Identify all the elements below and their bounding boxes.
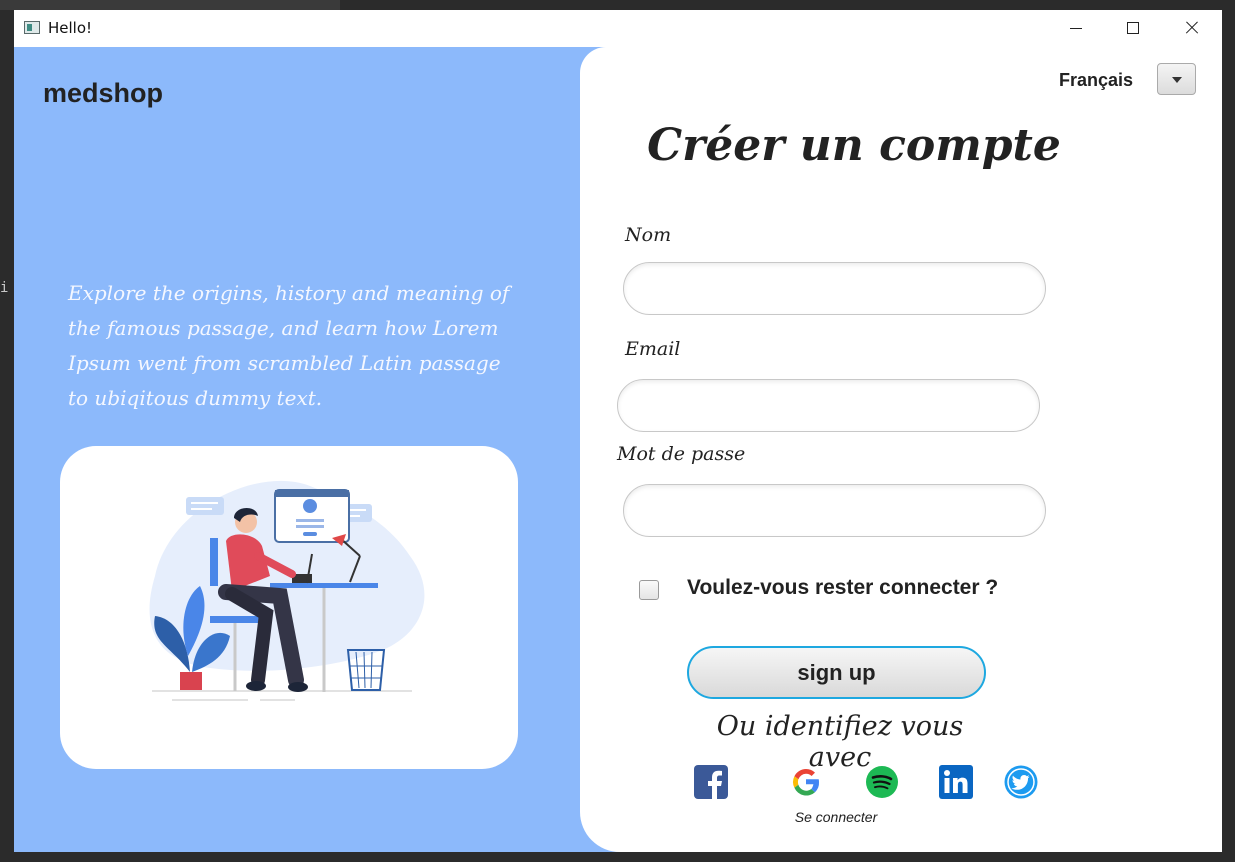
social-login-heading: Ou identifiez vous avec — [716, 711, 964, 773]
name-label: Nom — [625, 224, 672, 246]
title-bar: Hello! — [14, 10, 1222, 47]
close-button[interactable] — [1168, 10, 1214, 47]
brand-logo-text: medshop — [43, 78, 164, 108]
email-field[interactable] — [617, 379, 1040, 432]
name-field[interactable] — [623, 262, 1046, 315]
remember-me-label: Voulez-vous rester connecter ? — [687, 576, 999, 599]
illustration-card — [60, 446, 518, 769]
spotify-icon[interactable] — [865, 765, 899, 799]
email-label: Email — [625, 338, 681, 360]
twitter-icon[interactable] — [1004, 765, 1038, 799]
background-window-strip — [0, 0, 340, 10]
sign-up-button[interactable]: sign up — [687, 646, 986, 699]
remember-me-checkbox[interactable] — [639, 580, 659, 600]
app-icon — [24, 21, 40, 34]
password-field[interactable] — [623, 484, 1046, 537]
facebook-icon[interactable] — [694, 765, 728, 799]
language-label: Français — [1059, 70, 1134, 90]
background-code-fragment: i — [0, 280, 9, 296]
google-icon[interactable] — [789, 765, 823, 799]
page-title: Créer un compte — [647, 120, 1061, 171]
window-title: Hello! — [48, 19, 93, 37]
password-label: Mot de passe — [617, 443, 746, 465]
person-at-computer-illustration — [149, 480, 425, 701]
maximize-button[interactable] — [1110, 10, 1156, 47]
social-caption: Se connecter — [794, 809, 878, 825]
tagline-text: Explore the origins, history and meaning… — [68, 281, 510, 410]
minimize-button[interactable] — [1052, 10, 1098, 47]
linkedin-icon[interactable] — [939, 765, 973, 799]
language-dropdown[interactable] — [1157, 63, 1196, 95]
